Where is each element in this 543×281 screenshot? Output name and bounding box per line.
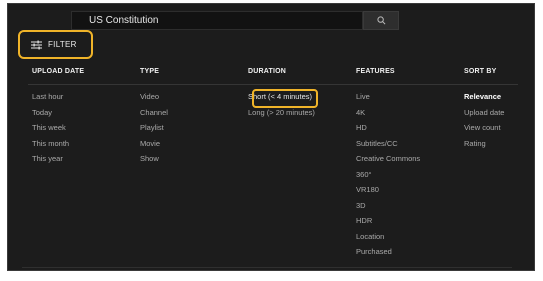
- filter-panel: US Constitution FILTER UPLOAD DATE TYPE …: [7, 3, 535, 271]
- option-360[interactable]: 360°: [356, 170, 420, 186]
- option-show[interactable]: Show: [140, 154, 168, 170]
- option-hd[interactable]: HD: [356, 123, 420, 139]
- option-video[interactable]: Video: [140, 92, 168, 108]
- option-upload-date[interactable]: Upload date: [464, 108, 504, 124]
- col-sort-by: SORT BY: [464, 68, 497, 80]
- option-channel[interactable]: Channel: [140, 108, 168, 124]
- option-location[interactable]: Location: [356, 232, 420, 248]
- col-header-type: TYPE: [140, 68, 160, 75]
- type-options: Video Channel Playlist Movie Show: [140, 92, 168, 170]
- option-this-month[interactable]: This month: [32, 139, 69, 155]
- search-icon: [376, 16, 385, 25]
- col-header-duration: DURATION: [248, 68, 287, 75]
- option-vr180[interactable]: VR180: [356, 185, 420, 201]
- option-movie[interactable]: Movie: [140, 139, 168, 155]
- filter-button[interactable]: FILTER: [18, 30, 93, 59]
- col-duration: DURATION: [248, 68, 286, 80]
- option-last-hour[interactable]: Last hour: [32, 92, 69, 108]
- col-header-upload-date: UPLOAD DATE: [32, 68, 85, 75]
- option-hdr[interactable]: HDR: [356, 216, 420, 232]
- bottom-divider: [22, 267, 512, 268]
- features-options: Live 4K HD Subtitles/CC Creative Commons…: [356, 92, 420, 263]
- option-subtitles[interactable]: Subtitles/CC: [356, 139, 420, 155]
- option-rating[interactable]: Rating: [464, 139, 504, 155]
- option-relevance[interactable]: Relevance: [464, 92, 504, 108]
- option-long[interactable]: Long (> 20 minutes): [248, 108, 315, 124]
- filter-sliders-icon: [31, 40, 42, 49]
- option-live[interactable]: Live: [356, 92, 420, 108]
- col-features: FEATURES: [356, 68, 395, 80]
- option-creative-commons[interactable]: Creative Commons: [356, 154, 420, 170]
- option-this-year[interactable]: This year: [32, 154, 69, 170]
- short-duration-highlight: [252, 89, 318, 108]
- option-4k[interactable]: 4K: [356, 108, 420, 124]
- col-type: TYPE: [140, 68, 159, 80]
- header-divider: [28, 84, 518, 85]
- col-header-sort-by: SORT BY: [464, 68, 497, 75]
- search-button[interactable]: [363, 11, 399, 30]
- option-playlist[interactable]: Playlist: [140, 123, 168, 139]
- filter-label: FILTER: [48, 40, 77, 49]
- sort-by-options: Relevance Upload date View count Rating: [464, 92, 504, 154]
- col-upload-date: UPLOAD DATE: [32, 68, 84, 80]
- option-today[interactable]: Today: [32, 108, 69, 124]
- option-3d[interactable]: 3D: [356, 201, 420, 217]
- option-view-count[interactable]: View count: [464, 123, 504, 139]
- option-purchased[interactable]: Purchased: [356, 247, 420, 263]
- search-input[interactable]: US Constitution: [71, 11, 363, 30]
- option-this-week[interactable]: This week: [32, 123, 69, 139]
- upload-date-options: Last hour Today This week This month Thi…: [32, 92, 69, 170]
- col-header-features: FEATURES: [356, 68, 395, 75]
